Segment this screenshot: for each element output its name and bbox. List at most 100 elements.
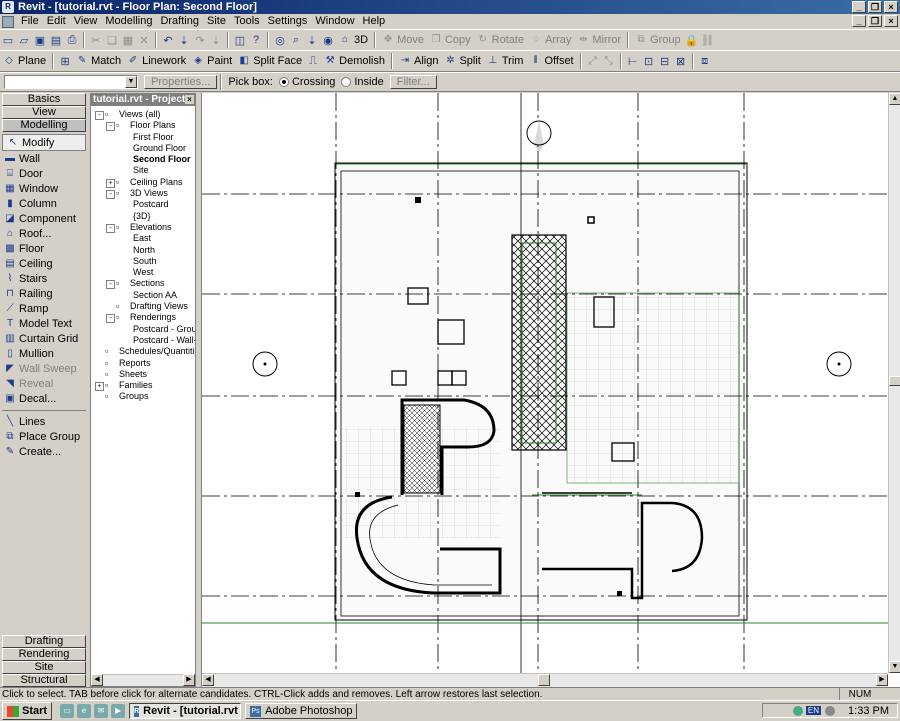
room-tag-icon[interactable]: ⊠ <box>673 53 689 69</box>
design-tab-modelling[interactable]: Modelling <box>2 119 86 132</box>
collapse-icon[interactable]: - <box>106 122 115 132</box>
dynamic-view-icon[interactable]: ◉ <box>320 32 336 48</box>
browser-item-east[interactable]: East <box>91 233 195 244</box>
design-tab-structural[interactable]: Structural <box>2 674 86 687</box>
delete-icon[interactable]: ✕ <box>136 32 152 48</box>
close-button[interactable]: × <box>884 1 898 13</box>
menu-drafting[interactable]: Drafting <box>156 14 203 29</box>
inside-radio[interactable] <box>341 77 352 87</box>
tool-model-text[interactable]: T Model Text <box>0 316 88 331</box>
scroll-down-icon[interactable]: ▼ <box>889 661 900 673</box>
tag-icon[interactable]: ⊡ <box>641 53 657 69</box>
browser-icon[interactable]: e <box>77 704 92 718</box>
floor-plan-drawing[interactable] <box>202 93 888 673</box>
tool-floor[interactable]: ▩ Floor <box>0 241 88 256</box>
redo-list-icon[interactable]: ⇣ <box>208 32 224 48</box>
rotate-button[interactable]: ↻ Rotate <box>474 31 527 49</box>
menu-window[interactable]: Window <box>311 14 358 29</box>
design-tab-rendering[interactable]: Rendering <box>2 648 86 661</box>
browser-item-west[interactable]: West <box>91 267 195 278</box>
browser-item-ground-floor[interactable]: Ground Floor <box>91 143 195 154</box>
properties-button[interactable]: Properties... <box>144 75 218 89</box>
cut-icon[interactable]: ✂ <box>88 32 104 48</box>
elevation-marker-north[interactable] <box>526 120 552 152</box>
browser-item-drafting-views[interactable]: ▫ Drafting Views <box>91 301 195 312</box>
chevron-down-icon[interactable]: ▼ <box>125 76 137 88</box>
browser-item-schedules-quantities[interactable]: ▫ Schedules/Quantities <box>91 346 195 357</box>
lock-icon[interactable]: 🔒 <box>684 32 700 48</box>
split-button[interactable]: ✲ Split <box>441 52 483 70</box>
column-1[interactable] <box>415 197 421 203</box>
browser-item-site[interactable]: Site <box>91 165 195 176</box>
tool-roof[interactable]: ⌂ Roof... <box>0 226 88 241</box>
menu-view[interactable]: View <box>70 14 102 29</box>
scroll-right-icon[interactable]: ▶ <box>876 674 888 686</box>
restore-button[interactable]: ❐ <box>868 1 882 13</box>
offset-button[interactable]: ⫴ Offset <box>526 52 576 70</box>
tool-window[interactable]: ▦ Window <box>0 181 88 196</box>
media-icon[interactable]: ▶ <box>111 704 126 718</box>
design-tab-drafting[interactable]: Drafting <box>2 635 86 648</box>
minimize-button[interactable]: _ <box>852 1 866 13</box>
browser-item-south[interactable]: South <box>91 256 195 267</box>
link-icon[interactable]: ⛓ <box>700 32 716 48</box>
dimension-icon[interactable]: ⊞ <box>57 53 73 69</box>
browser-item-families[interactable]: + ▫ Families <box>91 380 195 392</box>
language-indicator[interactable]: EN <box>805 706 822 715</box>
tool-stairs[interactable]: ⌇ Stairs <box>0 271 88 286</box>
menu-tools[interactable]: Tools <box>230 14 264 29</box>
match-button[interactable]: ✎ Match <box>73 52 124 70</box>
align-button[interactable]: ⇥ Align <box>396 52 441 70</box>
orbit-icon[interactable]: ◎ <box>272 32 288 48</box>
tool-component[interactable]: ◪ Component <box>0 211 88 226</box>
outlook-icon[interactable]: ✉ <box>94 704 109 718</box>
doc-restore-button[interactable]: ❐ <box>868 15 882 27</box>
browser-item-views-all[interactable]: - ▫ Views (all) <box>91 109 195 120</box>
close-icon[interactable]: × <box>185 95 194 104</box>
mirror-button[interactable]: ⇹ Mirror <box>574 31 624 49</box>
tool-ramp[interactable]: ⟋ Ramp <box>0 301 88 316</box>
browser-item-reports[interactable]: ▫ Reports <box>91 358 195 369</box>
design-tab-view[interactable]: View <box>2 106 86 119</box>
section-box-icon[interactable]: ⧈ <box>697 53 713 69</box>
browser-item-3d-views[interactable]: - ▫ 3D Views <box>91 188 195 200</box>
filter-button[interactable]: Filter... <box>389 75 437 89</box>
volume-icon[interactable] <box>825 705 836 716</box>
room-icon[interactable]: ⊟ <box>657 53 673 69</box>
browser-item-section-aa[interactable]: Section AA <box>91 290 195 301</box>
browser-item-sections[interactable]: - ▫ Sections <box>91 278 195 290</box>
browser-item-second-floor[interactable]: Second Floor <box>91 154 195 165</box>
vertical-scrollbar[interactable]: ▲ ▼ <box>888 93 900 673</box>
task-photoshop[interactable]: Ps Adobe Photoshop <box>245 703 358 719</box>
resize-icon[interactable]: ⤢ <box>585 53 601 69</box>
design-tab-basics[interactable]: Basics <box>2 93 86 106</box>
browser-item-postcard-wall[interactable]: Postcard - Wall- <box>91 335 195 346</box>
menu-file[interactable]: File <box>17 14 43 29</box>
browser-horizontal-scrollbar[interactable]: ◀ ▶ <box>91 674 195 686</box>
menu-settings[interactable]: Settings <box>264 14 312 29</box>
scale-icon[interactable]: ⤡ <box>601 53 617 69</box>
menu-edit[interactable]: Edit <box>43 14 70 29</box>
copy-button[interactable]: ❐ Copy <box>427 31 474 49</box>
open-icon[interactable]: ▱ <box>16 32 32 48</box>
tool-modify[interactable]: ↖ Modify <box>2 134 86 151</box>
scroll-left-icon[interactable]: ◀ <box>202 674 214 686</box>
collapse-icon[interactable]: - <box>106 314 115 324</box>
browser-item-groups[interactable]: ▫ Groups <box>91 391 195 402</box>
new-icon[interactable]: ▭ <box>0 32 16 48</box>
split-face-button[interactable]: ◧ Split Face <box>235 52 305 70</box>
collapse-icon[interactable]: - <box>106 190 115 200</box>
start-button[interactable]: Start <box>2 702 53 720</box>
tool-decal[interactable]: ▣ Decal... <box>0 391 88 406</box>
column-4[interactable] <box>617 591 622 596</box>
expand-icon[interactable]: + <box>106 178 115 188</box>
doc-minimize-button[interactable]: _ <box>852 15 866 27</box>
browser-item-ceiling-plans[interactable]: + ▫ Ceiling Plans <box>91 177 195 188</box>
tool-curtain-grid[interactable]: ▥ Curtain Grid <box>0 331 88 346</box>
dimension-linear-icon[interactable]: ⊢ <box>625 53 641 69</box>
group-button[interactable]: ⧉ Group <box>632 31 684 49</box>
elevation-marker-west[interactable] <box>252 351 278 377</box>
elevation-marker-east[interactable] <box>826 351 852 377</box>
collapse-icon[interactable]: - <box>95 111 104 120</box>
menu-site[interactable]: Site <box>203 14 230 29</box>
